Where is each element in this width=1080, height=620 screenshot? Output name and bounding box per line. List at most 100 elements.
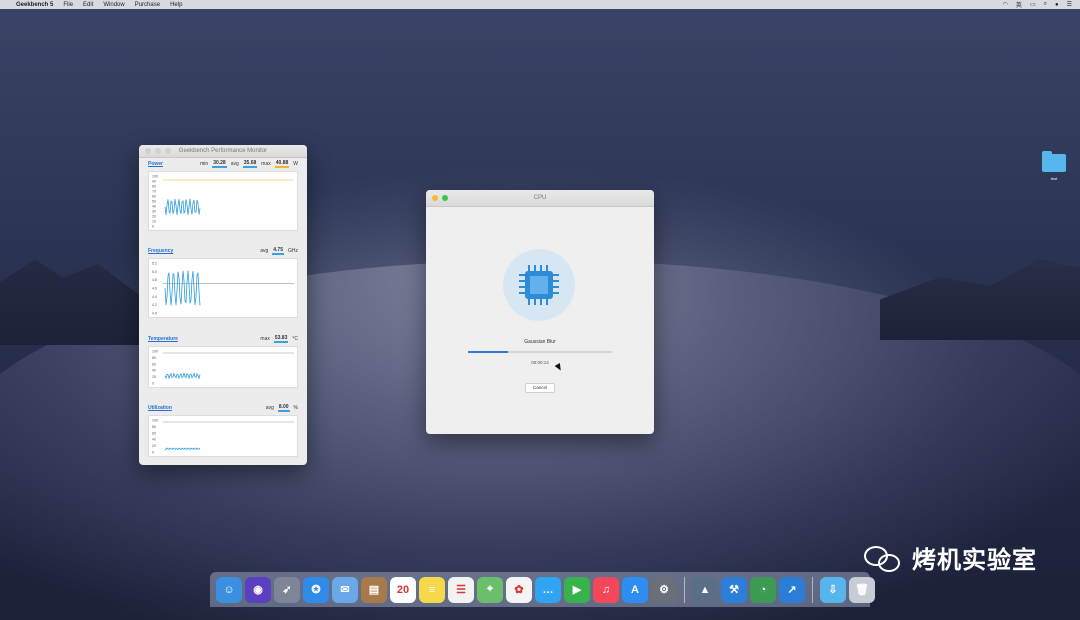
calendar-icon[interactable]: 20 — [390, 576, 416, 603]
panel-header: Utilization avg 8.00% — [148, 403, 298, 413]
photos-icon[interactable]: ✿ — [506, 576, 532, 603]
y-tick-label: 90 — [152, 180, 156, 184]
notes-icon[interactable]: ≡ — [419, 576, 445, 603]
menu-window[interactable]: Window — [103, 2, 124, 8]
current-workload-label: Gaussian Blur — [524, 339, 556, 345]
messages-icon[interactable]: … — [535, 576, 561, 603]
trash-icon[interactable]: 🗑 — [849, 576, 875, 603]
system-preferences-icon[interactable]: ⚙ — [651, 576, 677, 603]
safari-icon[interactable]: ✪ — [303, 576, 329, 603]
notification-center-icon[interactable]: ☰ — [1067, 1, 1072, 8]
panel-graph: 100 80 60 40 20 0 — [148, 346, 298, 388]
y-tick-label: 40 — [152, 369, 156, 373]
wifi-icon[interactable]: ◠ — [1003, 1, 1008, 8]
stat-label: max — [261, 161, 271, 167]
y-tick-label: 4.4 — [152, 295, 157, 299]
menu-extras: ◠ 英 ▭ ⌕ ● ☰ — [1003, 0, 1080, 9]
activity-monitor-icon[interactable]: ◔ — [750, 576, 776, 603]
stat-value: 8.00 — [277, 404, 290, 412]
cpu-benchmark-window: CPU Gaussian Blur 00:00:14 Cancel — [426, 190, 654, 434]
cancel-button[interactable]: Cancel — [525, 383, 555, 393]
facetime-icon[interactable]: ▶ — [564, 576, 590, 603]
spotlight-icon[interactable]: ⌕ — [1044, 1, 1047, 8]
geekbench-icon[interactable]: ▲ — [692, 576, 718, 603]
siri-icon[interactable]: ◉ — [245, 576, 271, 603]
stat-value: 30.28 — [212, 160, 227, 168]
stat-label: min — [200, 161, 209, 167]
benchmark-progress-fill — [468, 351, 509, 353]
y-tick-label: 5.0 — [152, 270, 157, 274]
menu-purchase[interactable]: Purchase — [135, 2, 160, 8]
panel-header: Temperature max 53.83 °C — [148, 334, 298, 344]
panel-title: Frequency — [148, 248, 174, 254]
panel-frequency: Frequency avg 4.75 GHz 5.2 5.0 4.8 4.6 4.4 4.2 4.0 — [148, 246, 298, 318]
panel-utilization: Utilization avg 8.00% 100 80 60 40 20 0 — [148, 403, 298, 457]
stat-unit: W — [293, 161, 298, 167]
panel-stats: avg 4.75 GHz — [260, 247, 298, 255]
cpu-titlebar[interactable]: CPU — [426, 190, 654, 207]
input-source-indicator[interactable]: 英 — [1016, 0, 1022, 9]
y-tick-label: 60 — [152, 431, 156, 435]
xcode-icon[interactable]: ⚒ — [721, 576, 747, 603]
panel-stats: avg 8.00% — [266, 404, 298, 412]
metric-trace — [164, 447, 201, 451]
panel-title: Temperature — [148, 336, 178, 342]
watermark-text: 烤机实验室 — [912, 546, 1037, 574]
y-tick-label: 4.2 — [152, 303, 157, 307]
y-tick-label: 0 — [152, 225, 154, 229]
y-tick-label: 0 — [152, 451, 154, 455]
cpu-window-title: CPU — [533, 195, 547, 201]
stocks-icon[interactable]: ↗ — [779, 576, 805, 603]
clock-icon[interactable]: ▭ — [1030, 1, 1036, 8]
y-tick-label: 10 — [152, 220, 156, 224]
monitor-titlebar[interactable]: Geekbench Performance Monitor — [139, 145, 307, 158]
stat-unit: GHz — [288, 248, 298, 254]
metric-trace — [164, 270, 201, 306]
cpu-chip-icon — [519, 265, 559, 305]
music-icon[interactable]: ♫ — [593, 576, 619, 603]
downloads-folder-icon[interactable]: ⇩ — [820, 576, 846, 603]
benchmark-progress-bar — [468, 351, 612, 353]
y-tick-label: 100 — [152, 350, 158, 354]
y-tick-label: 20 — [152, 444, 156, 448]
menu-file[interactable]: File — [63, 2, 73, 8]
mail-icon[interactable]: ✉ — [332, 576, 358, 603]
launchpad-icon[interactable]: ➶ — [274, 576, 300, 603]
stat-value: 53.83 — [273, 335, 289, 343]
reminders-icon[interactable]: ☰ — [448, 576, 474, 603]
y-tick-label: 80 — [152, 185, 156, 189]
siri-menu-icon[interactable]: ● — [1055, 2, 1059, 8]
metric-trace — [164, 372, 201, 380]
y-tick-label: 20 — [152, 375, 156, 379]
performance-monitor-window: Geekbench Performance Monitor Power min 30… — [139, 145, 307, 465]
y-tick-label: 20 — [152, 215, 156, 219]
stat-label: avg — [265, 405, 274, 411]
y-tick-label: 60 — [152, 362, 156, 366]
y-tick-label: 50 — [152, 200, 156, 204]
finder-icon[interactable]: ☺ — [216, 576, 242, 603]
panel-graph: 5.2 5.0 4.8 4.6 4.4 4.2 4.0 — [148, 258, 298, 318]
stat-label: avg — [260, 248, 269, 254]
menu-help[interactable]: Help — [170, 2, 182, 8]
stat-value: 4.75 — [272, 247, 284, 255]
maps-icon[interactable]: ⌖ — [477, 576, 503, 603]
app-store-icon[interactable]: A — [622, 576, 648, 603]
dock-separator — [684, 576, 685, 603]
stat-unit: °C — [292, 336, 298, 342]
y-tick-label: 100 — [152, 175, 158, 179]
panel-header: Frequency avg 4.75 GHz — [148, 246, 298, 256]
stat-value: 40.88 — [274, 160, 290, 168]
stat-value: 35.68 — [242, 160, 258, 168]
desktop-folder[interactable]: test — [1042, 150, 1066, 184]
metric-trace — [164, 198, 201, 215]
contacts-icon[interactable]: ▤ — [361, 576, 387, 603]
menu-edit[interactable]: Edit — [83, 2, 93, 8]
panel-graph: 100 80 60 40 20 0 — [148, 415, 298, 457]
monitor-title: Geekbench Performance Monitor — [178, 148, 268, 154]
y-tick-label: 5.2 — [152, 262, 157, 266]
watermark: 烤机实验室 — [862, 540, 1037, 575]
menu-app-name[interactable]: Geekbench 5 — [16, 2, 53, 8]
panel-stats: min 30.28 avg 35.68 max 40.88 W — [200, 160, 298, 168]
menu-bar: Geekbench 5 File Edit Window Purchase He… — [0, 0, 1080, 9]
panel-temperature: Temperature max 53.83 °C 100 80 60 40 20 0 — [148, 334, 298, 388]
